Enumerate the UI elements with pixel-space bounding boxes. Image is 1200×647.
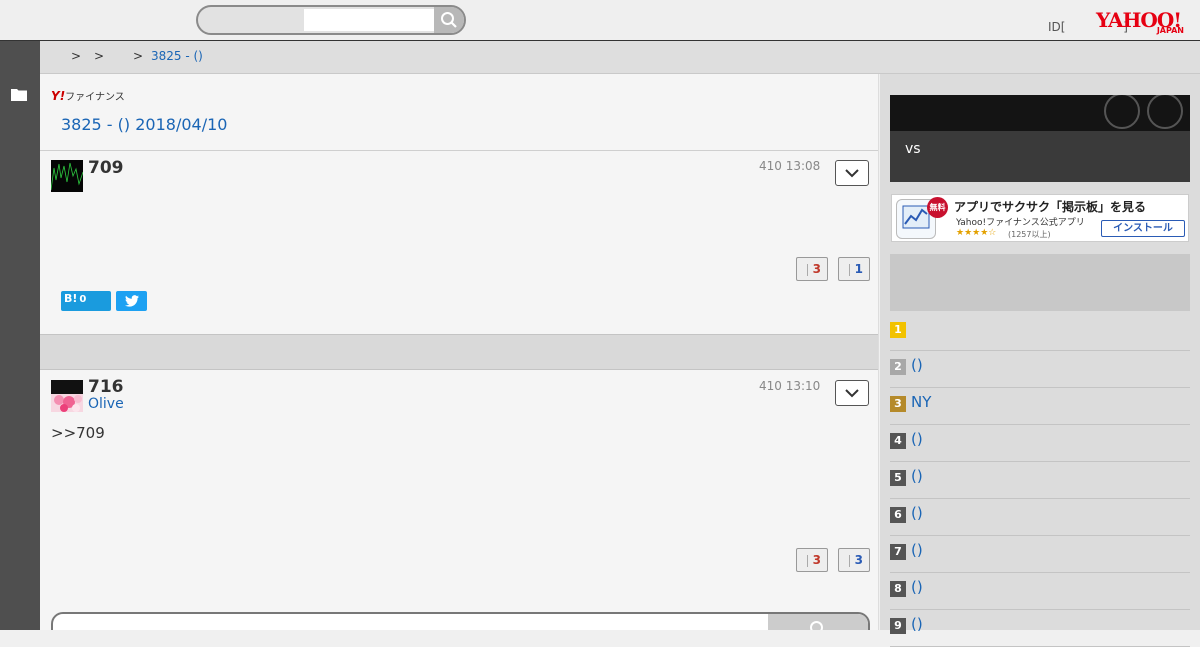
ranking-item[interactable]: 1: [890, 314, 1190, 351]
rank-badge: 7: [890, 544, 906, 560]
ranking-link[interactable]: (): [911, 578, 923, 596]
app-ad-title: アプリでサクサク「掲示板」を見る: [954, 200, 1147, 214]
breadcrumb-sep: >: [71, 49, 82, 63]
ranking-link[interactable]: (): [911, 615, 923, 633]
app-install-ad[interactable]: 無料 アプリでサクサク「掲示板」を見る Yahoo!ファイナンス公式アプリ ★★…: [891, 194, 1189, 242]
vote-divider: [849, 264, 850, 276]
breadcrumb-sep: >: [94, 49, 105, 63]
bottom-search-button[interactable]: [768, 614, 868, 630]
free-badge: 無料: [927, 197, 948, 218]
ranking-item[interactable]: 9 (): [890, 610, 1190, 647]
rating-count: (1257以上): [1008, 230, 1051, 239]
dislike-count: 3: [854, 553, 863, 567]
twitter-share-button[interactable]: [116, 291, 147, 311]
top-header: ID[ ] YAHOO! JAPAN: [0, 0, 1200, 41]
twitter-icon: [124, 295, 139, 307]
post-user[interactable]: Olive: [88, 396, 124, 412]
avatar[interactable]: [51, 160, 83, 192]
dislike-button[interactable]: 3: [838, 548, 870, 572]
app-ad-subtitle: Yahoo!ファイナンス公式アプリ: [956, 218, 1085, 228]
board-title[interactable]: 3825 - () 2018/04/10: [61, 115, 227, 134]
chevron-down-icon: [845, 389, 859, 398]
post-time: 410 13:08: [759, 159, 821, 173]
install-button[interactable]: インストール: [1101, 220, 1185, 237]
ranking-item[interactable]: 3 NY: [890, 388, 1190, 425]
hatena-bookmark-button[interactable]: B! 0: [61, 291, 111, 311]
ad-placeholder: [890, 254, 1190, 311]
vote-divider: [807, 555, 808, 567]
post-body: >>709: [51, 424, 105, 442]
chart-thumbnail-icon: [51, 162, 83, 191]
post-menu-button[interactable]: [835, 160, 869, 186]
like-count: 3: [812, 553, 821, 567]
ranking-link[interactable]: (): [911, 430, 923, 448]
search-icon: [441, 12, 457, 28]
ranking-link[interactable]: (): [911, 467, 923, 485]
yahoo-logo-sub: JAPAN: [1156, 26, 1184, 35]
vote-divider: [807, 264, 808, 276]
vote-divider: [849, 555, 850, 567]
folder-icon[interactable]: [11, 88, 27, 101]
header-search-box[interactable]: [196, 5, 466, 35]
header-search-button[interactable]: [434, 7, 464, 33]
rank-badge: 9: [890, 618, 906, 634]
finance-logo-mark: Y!: [51, 89, 66, 103]
header-search-input[interactable]: [304, 9, 434, 31]
hatena-label: B!: [64, 292, 78, 305]
post-number[interactable]: 716: [88, 377, 124, 397]
ranking-link[interactable]: NY: [911, 393, 931, 411]
ranking-list: 1 2 () 3 NY 4 () 5 () 6 () 7 () 8 () 9 (…: [890, 314, 1190, 647]
dislike-count: 1: [854, 262, 863, 276]
left-rail: [0, 41, 40, 630]
ranking-link[interactable]: (): [911, 541, 923, 559]
promo-banner[interactable]: vs: [890, 95, 1190, 182]
breadcrumb-current[interactable]: 3825 - (): [151, 49, 203, 63]
right-sidebar: vs 無料 アプリでサクサク「掲示板」を見る Yahoo!ファイナンス公式アプリ…: [880, 74, 1200, 647]
post-number[interactable]: 709: [88, 158, 124, 178]
ranking-item[interactable]: 8 (): [890, 573, 1190, 610]
like-button[interactable]: 3: [796, 257, 828, 281]
search-icon: [810, 621, 823, 630]
dislike-button[interactable]: 1: [838, 257, 870, 281]
like-count: 3: [812, 262, 821, 276]
chevron-down-icon: [845, 169, 859, 178]
rank-badge: 2: [890, 359, 906, 375]
avatar[interactable]: [51, 380, 83, 412]
bottom-search-box[interactable]: [51, 612, 870, 630]
ranking-link[interactable]: (): [911, 356, 923, 374]
baseball-icon: [1104, 95, 1183, 129]
hatena-count: 0: [79, 294, 87, 305]
breadcrumb-sep: >: [133, 49, 144, 63]
ranking-item[interactable]: 2 (): [890, 351, 1190, 388]
rank-badge: 3: [890, 396, 906, 412]
post-time: 410 13:10: [759, 379, 821, 393]
rank-badge: 6: [890, 507, 906, 523]
flower-avatar-icon: [51, 380, 83, 412]
rating-stars: ★★★★☆: [956, 228, 997, 238]
post-menu-button[interactable]: [835, 380, 869, 406]
login-label: ID[: [1048, 20, 1066, 34]
yahoo-finance-logo[interactable]: Y!ファイナンス: [51, 88, 125, 103]
yahoo-japan-logo[interactable]: YAHOO! JAPAN: [1096, 10, 1188, 36]
ranking-item[interactable]: 5 (): [890, 462, 1190, 499]
ranking-item[interactable]: 7 (): [890, 536, 1190, 573]
post-716: 716 Olive 410 13:10 >>709 3 3: [40, 370, 878, 610]
finance-logo-text: ファイナンス: [65, 92, 125, 103]
ranking-item[interactable]: 4 (): [890, 425, 1190, 462]
like-button[interactable]: 3: [796, 548, 828, 572]
ranking-link[interactable]: (): [911, 504, 923, 522]
section-separator: [40, 334, 878, 370]
rank-badge: 5: [890, 470, 906, 486]
promo-vs-text: vs: [905, 141, 921, 157]
ranking-item[interactable]: 6 (): [890, 499, 1190, 536]
main-column: Y!ファイナンス 3825 - () 2018/04/10 709 410 13…: [40, 74, 879, 630]
breadcrumb: > > > 3825 - (): [40, 41, 1200, 74]
rank-badge: 8: [890, 581, 906, 597]
post-709: 709 410 13:08 3 1: [40, 150, 878, 334]
rank-badge: 1: [890, 322, 906, 338]
rank-badge: 4: [890, 433, 906, 449]
